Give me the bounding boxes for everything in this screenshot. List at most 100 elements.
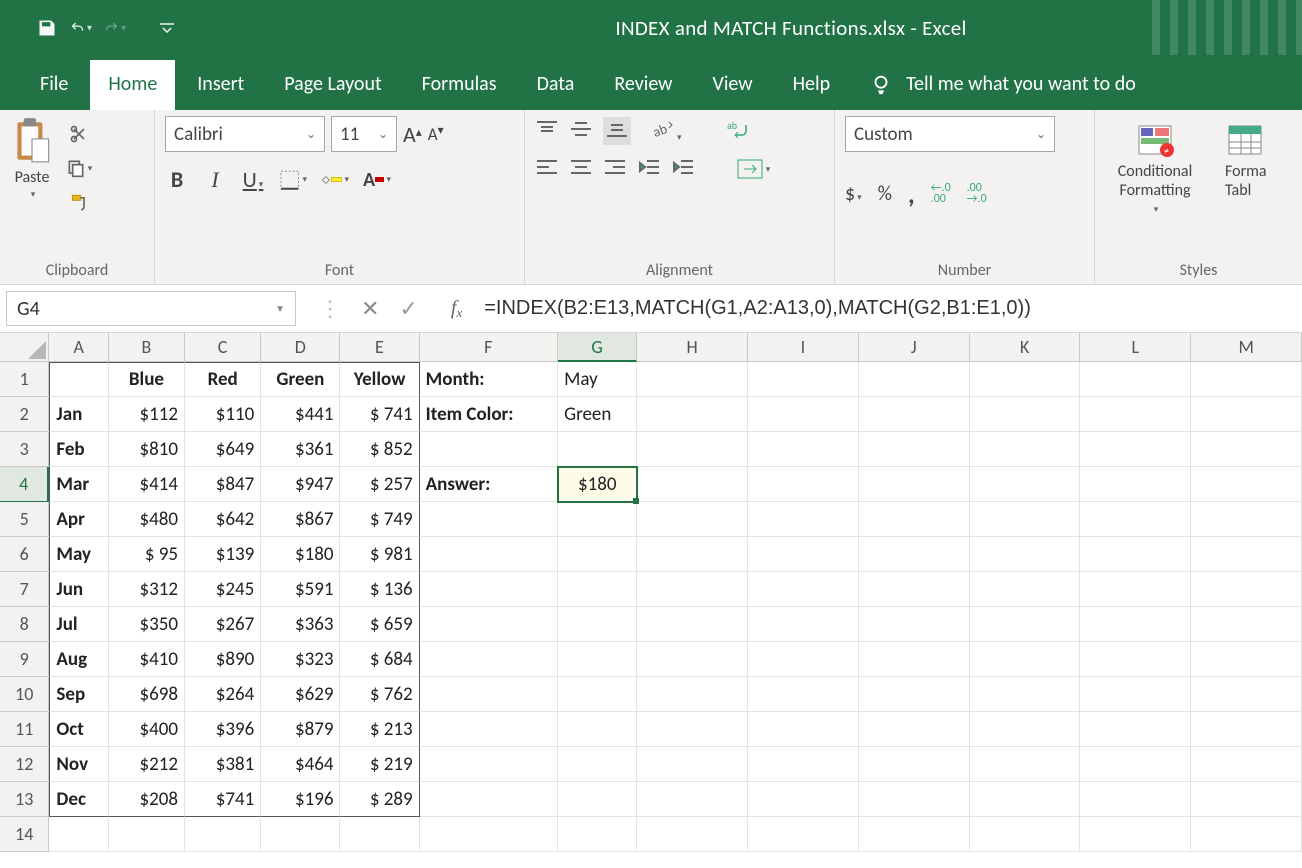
cell-A13[interactable]: Dec [49,782,108,817]
align-middle-icon[interactable] [569,119,593,143]
column-header-L[interactable]: L [1080,333,1191,362]
cell-I4[interactable] [748,467,859,502]
cell-K9[interactable] [970,642,1081,677]
cell-L7[interactable] [1080,572,1191,607]
cell-G3[interactable] [558,432,637,467]
comma-format-icon[interactable]: , [908,178,915,210]
tab-review[interactable]: Review [596,60,690,110]
cell-L1[interactable] [1080,362,1191,397]
cell-F10[interactable] [420,677,558,712]
cell-H1[interactable] [637,362,748,397]
cell-M6[interactable] [1191,537,1302,572]
cell-L4[interactable] [1080,467,1191,502]
row-header-13[interactable]: 13 [0,782,49,817]
worksheet[interactable]: ABCDEFGHIJKLM1BlueRedGreenYellowMonth:Ma… [0,333,1302,868]
cell-K11[interactable] [970,712,1081,747]
cell-H7[interactable] [637,572,748,607]
cell-L13[interactable] [1080,782,1191,817]
cancel-formula-icon[interactable]: ✕ [361,295,379,322]
cell-L9[interactable] [1080,642,1191,677]
align-bottom-icon[interactable] [603,117,631,145]
cell-C4[interactable]: $847 [185,467,261,502]
cell-F1[interactable]: Month: [420,362,558,397]
cell-A14[interactable] [49,817,108,852]
cell-L10[interactable] [1080,677,1191,712]
tab-help[interactable]: Help [775,60,849,110]
cell-G1[interactable]: May [558,362,637,397]
cell-F12[interactable] [420,747,558,782]
cell-I9[interactable] [748,642,859,677]
cell-A2[interactable]: Jan [49,397,108,432]
cell-J11[interactable] [859,712,970,747]
cell-K8[interactable] [970,607,1081,642]
cell-I7[interactable] [748,572,859,607]
cell-H6[interactable] [637,537,748,572]
cell-A10[interactable]: Sep [49,677,108,712]
cell-I6[interactable] [748,537,859,572]
cell-M14[interactable] [1191,817,1302,852]
cell-I1[interactable] [748,362,859,397]
cell-H8[interactable] [637,607,748,642]
cell-G13[interactable] [558,782,637,817]
accounting-format-icon[interactable]: $▾ [845,182,862,206]
cell-D5[interactable]: $867 [261,502,340,537]
shrink-font-icon[interactable]: A▾ [428,124,444,145]
cell-C8[interactable]: $267 [185,607,261,642]
cell-M2[interactable] [1191,397,1302,432]
cell-B9[interactable]: $410 [109,642,185,677]
tab-page-layout[interactable]: Page Layout [266,60,399,110]
cell-A7[interactable]: Jun [49,572,108,607]
cell-D10[interactable]: $629 [261,677,340,712]
cell-G6[interactable] [558,537,637,572]
cell-H11[interactable] [637,712,748,747]
cell-A9[interactable]: Aug [49,642,108,677]
cell-C7[interactable]: $245 [185,572,261,607]
align-right-icon[interactable] [603,157,627,181]
cell-C12[interactable]: $381 [185,747,261,782]
cell-D11[interactable]: $879 [261,712,340,747]
cut-icon[interactable] [64,122,94,146]
cell-J6[interactable] [859,537,970,572]
tab-home[interactable]: Home [90,60,175,110]
fx-icon[interactable]: fx [437,285,476,332]
cell-B12[interactable]: $212 [109,747,185,782]
cell-B1[interactable]: Blue [109,362,185,397]
cell-J5[interactable] [859,502,970,537]
cell-C11[interactable]: $396 [185,712,261,747]
cell-I13[interactable] [748,782,859,817]
cell-D4[interactable]: $947 [261,467,340,502]
cell-G4[interactable]: $180 [558,467,637,502]
cell-L12[interactable] [1080,747,1191,782]
cell-E1[interactable]: Yellow [340,362,419,397]
cell-B14[interactable] [109,817,185,852]
cell-G2[interactable]: Green [558,397,637,432]
cell-A8[interactable]: Jul [49,607,108,642]
cell-C13[interactable]: $741 [185,782,261,817]
cell-C10[interactable]: $264 [185,677,261,712]
cell-E9[interactable]: $ 684 [340,642,419,677]
cell-F4[interactable]: Answer: [420,467,558,502]
cell-C9[interactable]: $890 [185,642,261,677]
format-painter-icon[interactable] [64,190,94,214]
cell-I8[interactable] [748,607,859,642]
cell-L6[interactable] [1080,537,1191,572]
cell-H12[interactable] [637,747,748,782]
cell-I5[interactable] [748,502,859,537]
select-all-corner[interactable] [0,333,49,362]
cell-E8[interactable]: $ 659 [340,607,419,642]
cell-F6[interactable] [420,537,558,572]
column-header-H[interactable]: H [637,333,748,362]
cell-I11[interactable] [748,712,859,747]
grow-font-icon[interactable]: A▴ [403,121,422,148]
cell-F3[interactable] [420,432,558,467]
cell-H9[interactable] [637,642,748,677]
fill-color-icon[interactable]: ▾ [321,167,349,193]
cell-H5[interactable] [637,502,748,537]
column-header-C[interactable]: C [185,333,261,362]
column-header-G[interactable]: G [558,333,637,362]
cell-G5[interactable] [558,502,637,537]
cell-C6[interactable]: $139 [185,537,261,572]
cell-K13[interactable] [970,782,1081,817]
cell-J1[interactable] [859,362,970,397]
row-header-9[interactable]: 9 [0,642,49,677]
